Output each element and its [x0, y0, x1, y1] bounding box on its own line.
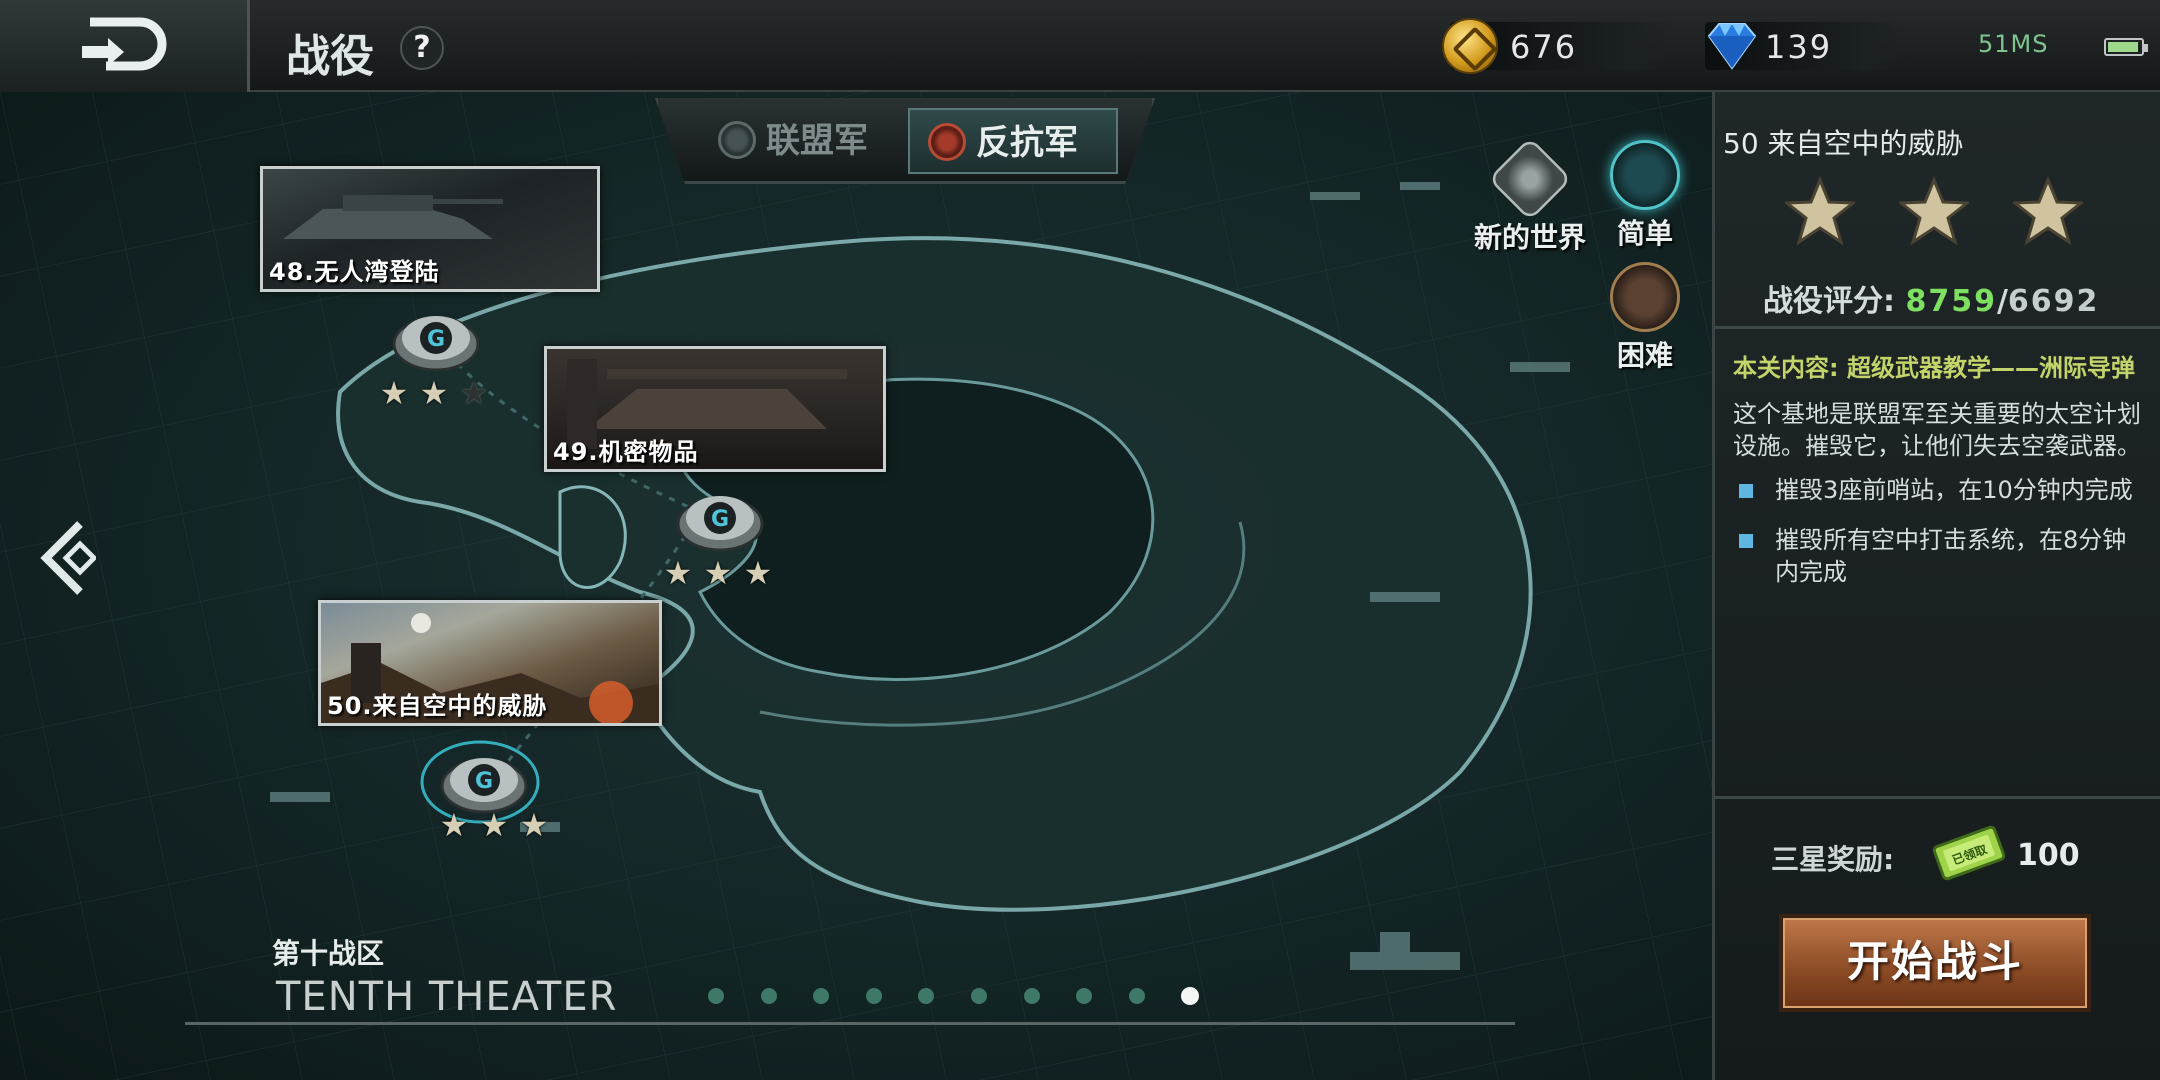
star-icon: ★: [743, 554, 773, 592]
star-icon: ★: [519, 806, 549, 844]
bullet-icon: [1739, 534, 1753, 548]
hard-bullet-icon: [1610, 262, 1680, 332]
divider: [185, 1022, 1515, 1025]
mission-stars: [1785, 176, 2125, 246]
star-empty-icon: ★: [459, 374, 489, 412]
level-card-48[interactable]: 48.无人湾登陆: [260, 166, 600, 292]
star-icon: [1785, 176, 1855, 246]
battery-icon: [2104, 38, 2148, 56]
tab-allies-label: 联盟军: [766, 121, 868, 161]
score-target: 6692: [2007, 284, 2100, 319]
map-terrain: [0, 92, 1712, 1080]
objective-text: 摧毁3座前哨站，在10分钟内完成: [1775, 476, 2133, 504]
score-label: 战役评分:: [1763, 284, 1895, 319]
mission-description: 这个基地是联盟军至关重要的太空计划设施。摧毁它，让他们失去空袭武器。: [1733, 400, 2141, 460]
svg-text:G: G: [427, 327, 445, 352]
page-dot[interactable]: [708, 988, 724, 1004]
svg-text:G: G: [711, 507, 729, 532]
gold-counter[interactable]: 676: [1442, 18, 1676, 74]
mission-detail-panel: 50 来自空中的威胁 战役评分: 8759/6692 本关内容: 超级武器教学—…: [1712, 92, 2160, 1080]
objective-text: 摧毁所有空中打击系统，在8分钟内完成: [1775, 526, 2127, 586]
theater-name-en: TENTH THEATER: [276, 974, 618, 1020]
easy-bullet-icon: [1610, 140, 1680, 210]
difficulty-easy-button[interactable]: 简单: [1600, 140, 1690, 252]
page-dot[interactable]: [865, 988, 882, 1004]
theater-name-cn: 第十战区: [272, 937, 385, 970]
tab-rebels[interactable]: 反抗军: [908, 108, 1118, 174]
level-50-caption: 50.来自空中的威胁: [327, 692, 548, 720]
gold-value: 676: [1510, 28, 1578, 66]
difficulty-hard-button[interactable]: 困难: [1600, 262, 1690, 374]
level-48-caption: 48.无人湾登陆: [269, 258, 440, 286]
level-card-49[interactable]: 49.机密物品: [544, 346, 886, 472]
level-49-node-icon[interactable]: G: [676, 484, 764, 554]
bullet-icon: [1739, 484, 1753, 498]
rebels-faction-icon: [928, 122, 966, 161]
level-49-caption: 49.机密物品: [553, 438, 699, 466]
gold-coin-icon: [1442, 18, 1498, 74]
page-dot[interactable]: [1023, 988, 1040, 1004]
level-49-stars: ★ ★ ★: [658, 554, 788, 594]
star-icon: ★: [419, 374, 449, 412]
star-icon: ★: [379, 374, 409, 412]
help-icon[interactable]: ?: [400, 26, 444, 70]
star-icon: [2013, 176, 2083, 246]
start-battle-button[interactable]: 开始战斗: [1779, 914, 2091, 1012]
divider: [1715, 326, 2160, 329]
campaign-map: 联盟军 反抗军 48.无人湾登陆 G ★ ★ ★ 49.机密物品 G ★ ★ ★: [0, 92, 1712, 1080]
score-value: 8759: [1905, 284, 1997, 319]
diamond-icon: [1707, 23, 1757, 70]
page-title: 战役: [286, 31, 374, 82]
top-bar: 战役 ? 676 139 51MS: [0, 0, 2160, 92]
svg-text:G: G: [475, 769, 493, 794]
difficulty-new-world-label: 新的世界: [1473, 221, 1586, 254]
objective-item: 摧毁所有空中打击系统，在8分钟内完成: [1733, 524, 2143, 588]
allies-faction-icon: [718, 120, 756, 159]
page-dot[interactable]: [1128, 988, 1145, 1004]
faction-tabs: 联盟军 反抗军: [655, 98, 1155, 184]
score-separator: /: [1996, 284, 2008, 319]
level-48-node-icon[interactable]: G: [392, 304, 480, 374]
back-arrow-icon: [82, 17, 167, 71]
new-world-emblem-icon: [1487, 136, 1573, 222]
star-icon: [1899, 176, 1969, 246]
back-button[interactable]: [0, 0, 250, 92]
campaign-score: 战役评分: 8759/6692: [1763, 276, 2099, 320]
level-50-stars: ★ ★ ★: [434, 806, 564, 846]
three-star-reward-label: 三星奖励:: [1771, 843, 1895, 876]
star-icon: ★: [479, 806, 509, 844]
difficulty-hard-label: 困难: [1616, 339, 1673, 372]
level-card-50[interactable]: 50.来自空中的威胁: [318, 600, 662, 726]
mission-title: 50 来自空中的威胁: [1723, 127, 1964, 160]
divider: [1715, 796, 2160, 799]
tab-allies[interactable]: 联盟军: [718, 108, 898, 174]
objective-item: 摧毁3座前哨站，在10分钟内完成: [1733, 474, 2143, 506]
mission-content-line: 本关内容: 超级武器教学——洲际导弹: [1733, 354, 2135, 382]
page-dot[interactable]: [971, 988, 987, 1004]
difficulty-easy-label: 简单: [1616, 217, 1673, 250]
gem-value: 139: [1765, 28, 1833, 66]
star-icon: ★: [663, 554, 693, 592]
level-48-stars: ★ ★ ★: [374, 374, 504, 414]
page-dot[interactable]: [760, 988, 777, 1004]
star-icon: ★: [703, 554, 733, 592]
difficulty-new-world-button[interactable]: 新的世界: [1460, 136, 1600, 256]
gem-counter[interactable]: 139: [1705, 22, 1905, 70]
network-latency: 51MS: [1978, 30, 2049, 58]
previous-theater-arrow-icon[interactable]: [36, 518, 96, 598]
three-star-reward-value: 100: [2017, 838, 2080, 873]
tab-rebels-label: 反抗军: [976, 123, 1078, 163]
cash-claimed-icon: 已领取: [1932, 825, 2006, 881]
star-icon: ★: [439, 806, 469, 844]
